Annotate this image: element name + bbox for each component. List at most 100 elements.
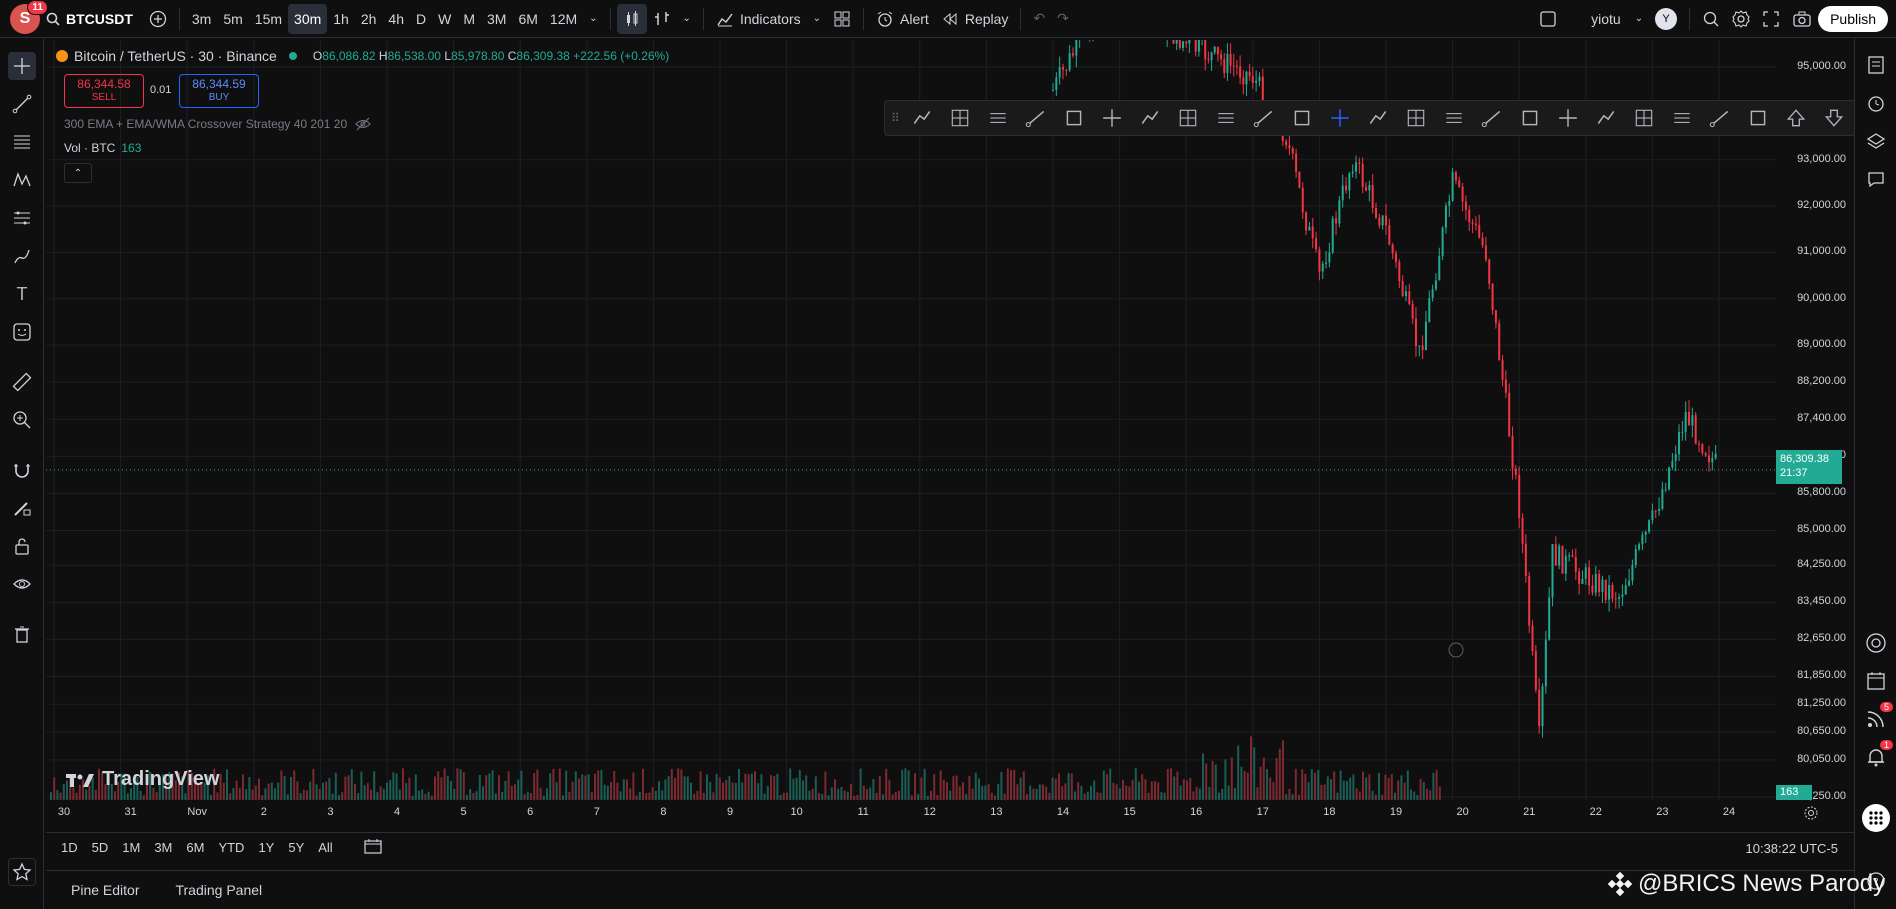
fib-channel-tool[interactable] — [1095, 103, 1129, 133]
arrow-tool[interactable] — [1399, 103, 1433, 133]
snapshot-button[interactable] — [1786, 4, 1818, 34]
range-5d[interactable]: 5D — [87, 837, 114, 858]
symbol-search[interactable]: BTCUSDT — [46, 11, 133, 27]
interval-2h[interactable]: 2h — [355, 4, 383, 34]
range-1m[interactable]: 1M — [117, 837, 145, 858]
crosshair-tool[interactable] — [1323, 103, 1357, 133]
ray-tool[interactable] — [1019, 103, 1053, 133]
callout-tool[interactable] — [1057, 103, 1091, 133]
object-tree-button[interactable] — [1863, 128, 1889, 154]
buy-button[interactable]: 86,344.59 BUY — [179, 74, 259, 108]
crosshair-tool[interactable] — [8, 52, 36, 80]
layouts-button[interactable] — [827, 4, 857, 34]
watchlist-button[interactable] — [1863, 52, 1889, 78]
lock-drawings[interactable] — [8, 532, 36, 560]
range-5y[interactable]: 5Y — [283, 837, 309, 858]
trend-line-tool[interactable] — [8, 90, 36, 118]
clock-timezone[interactable]: 10:38:22 UTC-5 — [1746, 841, 1839, 856]
emoji-tool[interactable] — [8, 318, 36, 346]
apps-menu-button[interactable] — [1862, 804, 1890, 832]
hotlists-button[interactable] — [1863, 630, 1889, 656]
study-legend[interactable]: 300 EMA + EMA/WMA Crossover Strategy 40 … — [64, 117, 371, 131]
indicators-button[interactable]: Indicators — [710, 4, 807, 34]
fullscreen-layout-button[interactable] — [1533, 4, 1563, 34]
remove-drawings[interactable] — [8, 620, 36, 648]
interval-1h[interactable]: 1h — [327, 4, 355, 34]
bar-chart-type-button[interactable] — [647, 4, 677, 34]
arc-tool[interactable] — [1513, 103, 1547, 133]
grid-table-tool[interactable] — [943, 103, 977, 133]
tab-pine-editor[interactable]: Pine Editor — [71, 882, 139, 898]
collapse-legend-button[interactable]: ⌃ — [64, 163, 92, 183]
zoom-tool[interactable] — [8, 406, 36, 434]
frame-tool[interactable] — [1133, 103, 1167, 133]
interval-6m[interactable]: 6M — [512, 4, 543, 34]
news-stream-button[interactable]: 5 — [1863, 702, 1893, 732]
measure-tool[interactable] — [8, 368, 36, 396]
curve-tool[interactable] — [1551, 103, 1585, 133]
interval-5m[interactable]: 5m — [217, 4, 248, 34]
axis-settings-button[interactable] — [1803, 805, 1821, 823]
table-tool[interactable] — [1361, 103, 1395, 133]
alert-button[interactable]: Alert — [870, 4, 935, 34]
range-ytd[interactable]: YTD — [213, 837, 249, 858]
replay-button[interactable]: Replay — [935, 4, 1015, 34]
sell-button[interactable]: 86,344.58 SELL — [64, 74, 144, 108]
forecast-tool[interactable] — [8, 204, 36, 232]
parallel-lines-tool[interactable] — [981, 103, 1015, 133]
rotated-diamond-tool[interactable] — [1703, 103, 1737, 133]
drag-handle[interactable]: ⠿ — [891, 111, 901, 125]
go-to-date-button[interactable] — [358, 835, 388, 860]
hide-drawings[interactable] — [8, 570, 36, 598]
price-chart[interactable] — [46, 40, 1776, 800]
undo-button[interactable]: ↶ — [1027, 4, 1051, 34]
volume-legend[interactable]: Vol · BTC 163 — [64, 141, 141, 155]
redo-button[interactable]: ↷ — [1051, 4, 1075, 34]
indicators-dropdown[interactable]: ⌄ — [807, 4, 827, 34]
interval-15m[interactable]: 15m — [249, 4, 288, 34]
user-avatar-button[interactable]: Y — [1649, 4, 1683, 34]
candles-chart-type-button[interactable] — [616, 3, 647, 34]
trend-angle-tool[interactable] — [905, 103, 939, 133]
interval-12m[interactable]: 12M — [544, 4, 583, 34]
range-6m[interactable]: 6M — [181, 837, 209, 858]
alerts-panel-button[interactable] — [1863, 90, 1889, 116]
interval-m[interactable]: M — [457, 4, 481, 34]
range-all[interactable]: All — [313, 837, 337, 858]
favorites-button[interactable] — [8, 858, 36, 886]
quick-search-button[interactable] — [1696, 4, 1726, 34]
text-tool[interactable]: T — [8, 280, 36, 308]
path-tool[interactable] — [1741, 103, 1775, 133]
interval-3m[interactable]: 3m — [186, 4, 217, 34]
settings-button[interactable] — [1726, 4, 1756, 34]
interval-d[interactable]: D — [410, 4, 432, 34]
price-axis[interactable]: 95,000.00 93,000.00 92,000.00 91,000.00 90,0… — [1776, 40, 1852, 804]
rect-tool[interactable] — [1285, 103, 1319, 133]
interval-dropdown-button[interactable]: ⌄ — [583, 4, 603, 34]
publish-button[interactable]: Publish — [1818, 5, 1888, 32]
fullscreen-button[interactable] — [1756, 4, 1786, 34]
compare-symbol-button[interactable] — [143, 4, 173, 34]
range-3m[interactable]: 3M — [149, 837, 177, 858]
interval-4h[interactable]: 4h — [382, 4, 410, 34]
zigzag-tool[interactable] — [1475, 103, 1509, 133]
chart-type-dropdown[interactable]: ⌄ — [677, 4, 697, 34]
triangle-tool[interactable] — [1665, 103, 1699, 133]
notifications-button[interactable]: 1 — [1863, 740, 1893, 770]
interval-w[interactable]: W — [432, 4, 457, 34]
interval-3m[interactable]: 3M — [481, 4, 512, 34]
segment-tool[interactable] — [1589, 103, 1623, 133]
pitchfork-tool[interactable] — [1209, 103, 1243, 133]
fan-tool[interactable] — [1247, 103, 1281, 133]
brush-tool[interactable] — [8, 242, 36, 270]
time-axis[interactable]: 30 31 Nov 2 3 4 5 6 7 8 9 10 11 12 13 14 15 16 17 18 19 20 21 2… — [46, 804, 1776, 824]
range-1d[interactable]: 1D — [56, 837, 83, 858]
interval-30m[interactable]: 30m — [288, 3, 328, 34]
stay-in-drawing-mode[interactable] — [8, 494, 36, 522]
chat-button[interactable] — [1863, 166, 1889, 192]
fib-tool[interactable] — [8, 128, 36, 156]
magnet-tool[interactable] — [8, 456, 36, 484]
profile-avatar[interactable]: S 11 — [10, 0, 48, 34]
eye-hidden-icon[interactable] — [355, 117, 371, 131]
calendar-button[interactable] — [1863, 668, 1889, 694]
